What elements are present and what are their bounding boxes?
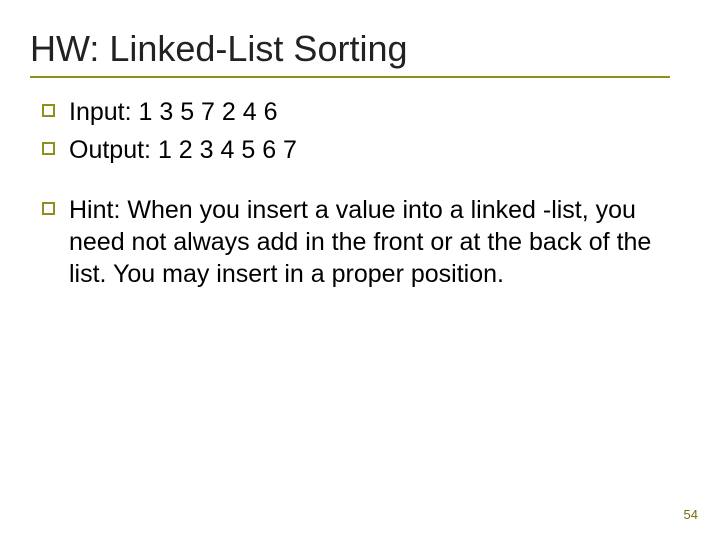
slide-body: Input: 1 3 5 7 2 4 6 Output: 1 2 3 4 5 6… [42, 96, 662, 296]
bullet-item: Hint: When you insert a value into a lin… [42, 194, 662, 290]
bullet-text: Input: 1 3 5 7 2 4 6 [69, 96, 662, 128]
bullet-item: Output: 1 2 3 4 5 6 7 [42, 134, 662, 166]
square-bullet-icon [42, 104, 55, 117]
bullet-text: Hint: When you insert a value into a lin… [69, 194, 662, 290]
title-underline [30, 76, 670, 78]
page-number: 54 [684, 507, 698, 522]
square-bullet-icon [42, 202, 55, 215]
square-bullet-icon [42, 142, 55, 155]
bullet-text: Output: 1 2 3 4 5 6 7 [69, 134, 662, 166]
slide: HW: Linked-List Sorting Input: 1 3 5 7 2… [0, 0, 720, 540]
slide-title: HW: Linked-List Sorting [30, 28, 408, 70]
bullet-item: Input: 1 3 5 7 2 4 6 [42, 96, 662, 128]
